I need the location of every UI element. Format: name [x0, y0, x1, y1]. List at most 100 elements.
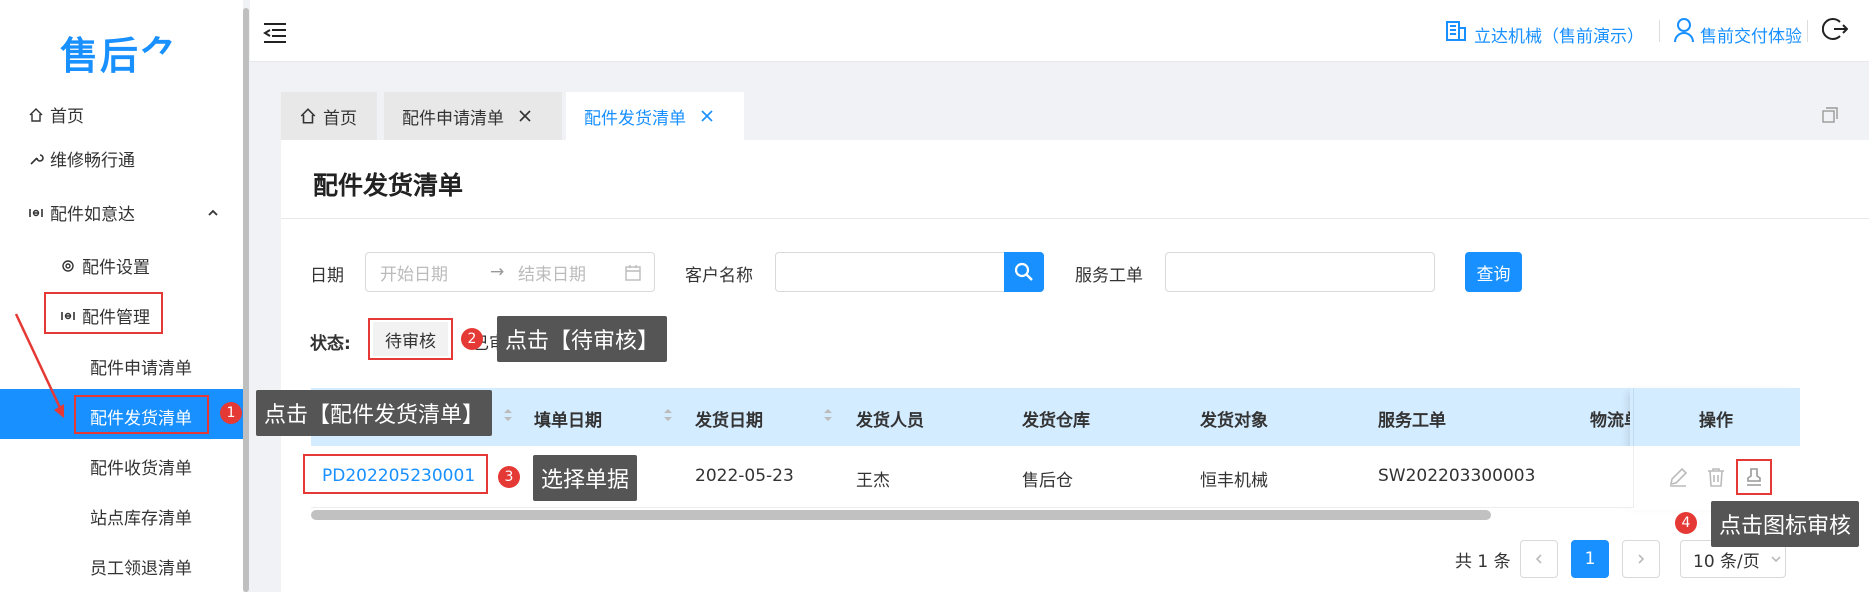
- sidebar-item-label: 首页: [50, 107, 84, 127]
- annotation-bubble-2: 2: [461, 328, 483, 350]
- range-arrow: →: [490, 262, 505, 282]
- sidebar-item-parts-request-list[interactable]: 配件申请清单: [90, 354, 192, 379]
- customer-search-button[interactable]: [1004, 252, 1044, 292]
- sidebar-item-label: 员工领退清单: [90, 559, 192, 579]
- close-icon[interactable]: [700, 109, 714, 123]
- annotation-box-pending: [368, 318, 453, 360]
- cell-ship-date: 2022-05-23: [695, 466, 794, 486]
- sidebar-item-repair[interactable]: 维修畅行通: [28, 146, 135, 171]
- sidebar-scrollbar[interactable]: [243, 8, 249, 592]
- wrench-icon: [30, 153, 44, 165]
- column-header-logistics: 物流单: [1590, 411, 1630, 431]
- menu-toggle-icon[interactable]: [262, 22, 288, 44]
- content-card: 配件发货清单: [281, 140, 1869, 592]
- calendar-icon: [625, 265, 641, 281]
- search-icon: [1014, 262, 1033, 281]
- sidebar-item-home[interactable]: 首页: [28, 102, 84, 127]
- column-header-fill-date[interactable]: 填单日期: [534, 406, 602, 431]
- chevron-right-icon: [1638, 554, 1645, 564]
- sidebar-item-label: 站点库存清单: [90, 509, 192, 529]
- sidebar-item-parts-settings[interactable]: 配件设置: [60, 253, 150, 278]
- page-size-value: 10 条/页: [1693, 551, 1760, 572]
- page-title: 配件发货清单: [313, 171, 464, 200]
- pagination-total: 共 1 条: [1455, 552, 1511, 572]
- customer-name-input[interactable]: [775, 252, 1005, 292]
- building-icon: [1446, 21, 1466, 41]
- chevron-left-icon: [1535, 554, 1542, 564]
- header-divider: [1659, 20, 1660, 42]
- edit-icon[interactable]: [1667, 466, 1689, 488]
- sidebar-item-parts-receiving-list[interactable]: 配件收货清单: [90, 454, 192, 479]
- service-order-label: 服务工单: [1075, 266, 1143, 286]
- chevron-down-icon: [1771, 556, 1781, 563]
- annotation-arrow: [14, 313, 64, 418]
- sidebar-item-label: 配件申请清单: [90, 359, 192, 379]
- pagination-prev-button[interactable]: [1520, 540, 1558, 578]
- sort-icon[interactable]: [823, 407, 833, 423]
- logout-icon[interactable]: [1822, 16, 1848, 42]
- tab-home[interactable]: 首页: [281, 92, 377, 140]
- app-logo: 售后⺈: [60, 34, 181, 78]
- user-icon: [1674, 18, 1694, 43]
- horizontal-scrollbar[interactable]: [311, 510, 1491, 520]
- home-icon: [300, 108, 316, 124]
- sort-icon[interactable]: [663, 407, 673, 423]
- tab-parts-shipping-list[interactable]: 配件发货清单: [566, 92, 744, 140]
- top-bar: 立达机械（售前演示） 售前交付体验: [250, 0, 1869, 62]
- sidebar-item-employee-return-list[interactable]: 员工领退清单: [90, 554, 192, 579]
- annotation-box-shipping-list: [74, 395, 209, 434]
- annotation-box-order: [303, 454, 488, 494]
- customer-name-label: 客户名称: [685, 266, 753, 286]
- column-header-shipper: 发货人员: [856, 411, 924, 431]
- column-header-actions: 操作: [1699, 411, 1733, 431]
- end-date-placeholder: 结束日期: [518, 264, 586, 285]
- tab-label: 配件申请清单: [402, 108, 504, 129]
- annotation-bubble-1: 1: [220, 402, 242, 424]
- column-header-ship-date[interactable]: 发货日期: [695, 406, 763, 431]
- fullscreen-icon[interactable]: [1821, 106, 1839, 124]
- cell-warehouse: 售后仓: [1022, 471, 1073, 491]
- sidebar-item-label: 配件收货清单: [90, 459, 192, 479]
- status-label: 状态:: [310, 334, 351, 354]
- company-name[interactable]: 立达机械（售前演示）: [1474, 22, 1644, 47]
- title-divider: [281, 218, 1869, 219]
- cell-service-order: SW202203300003: [1378, 466, 1536, 486]
- annotation-bubble-3: 3: [498, 466, 520, 488]
- column-header-warehouse: 发货仓库: [1022, 411, 1090, 431]
- sidebar: 售后⺈ 首页 维修畅行通 配件如意达 配件设置 配件管理 配件申请清单 配件发货…: [0, 0, 243, 592]
- sort-icon[interactable]: [503, 407, 513, 423]
- user-name[interactable]: 售前交付体验: [1700, 22, 1802, 47]
- home-icon: [29, 107, 43, 122]
- annotation-callout-2: 点击【待审核】: [497, 316, 668, 362]
- annotation-bubble-4: 4: [1675, 512, 1697, 534]
- date-label: 日期: [310, 266, 344, 286]
- close-icon[interactable]: [518, 109, 532, 123]
- gear-icon: [62, 259, 74, 272]
- column-header-target: 发货对象: [1200, 411, 1268, 431]
- pagination-page-1[interactable]: 1: [1571, 540, 1609, 578]
- cell-shipper: 王杰: [856, 471, 890, 491]
- annotation-callout-1: 点击【配件发货清单】: [256, 390, 493, 436]
- sidebar-item-label: 维修畅行通: [50, 151, 135, 171]
- date-range-picker[interactable]: 开始日期 → 结束日期: [365, 252, 655, 292]
- column-header-service-order: 服务工单: [1378, 411, 1446, 431]
- sidebar-item-station-stock-list[interactable]: 站点库存清单: [90, 504, 192, 529]
- tab-parts-request-list[interactable]: 配件申请清单: [384, 92, 562, 140]
- parts-icon: [29, 208, 43, 217]
- sidebar-item-label: 配件设置: [82, 258, 150, 278]
- tab-label: 首页: [323, 108, 357, 129]
- tab-label: 配件发货清单: [584, 108, 686, 129]
- pagination-next-button[interactable]: [1622, 540, 1660, 578]
- annotation-callout-3: 选择单据: [533, 455, 638, 501]
- start-date-placeholder: 开始日期: [380, 264, 448, 285]
- annotation-box-approve: [1736, 459, 1772, 495]
- annotation-callout-4: 点击图标审核: [1711, 501, 1860, 547]
- header-divider: [1807, 20, 1808, 42]
- delete-icon[interactable]: [1705, 466, 1727, 488]
- service-order-input[interactable]: [1165, 252, 1435, 292]
- chevron-up-icon[interactable]: [206, 206, 220, 220]
- sidebar-item-label: 配件如意达: [50, 205, 135, 225]
- sidebar-item-parts[interactable]: 配件如意达: [28, 200, 135, 225]
- cell-target: 恒丰机械: [1200, 471, 1268, 491]
- query-button[interactable]: 查询: [1465, 252, 1522, 292]
